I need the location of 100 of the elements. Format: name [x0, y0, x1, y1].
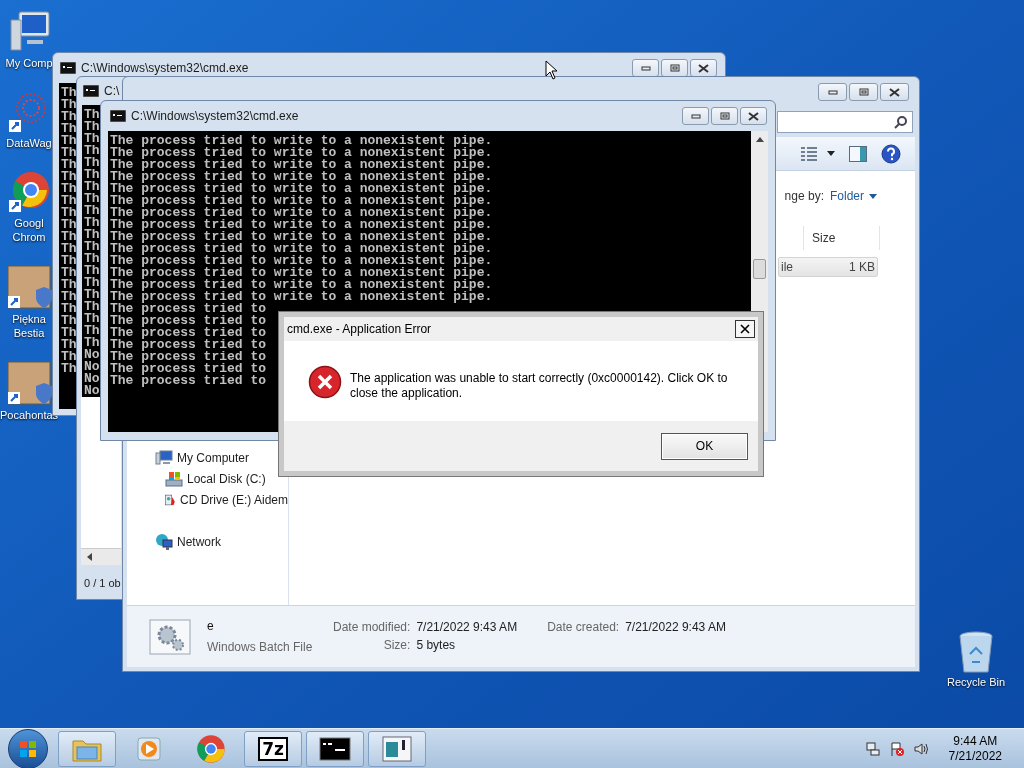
console-line: Th [61, 99, 77, 111]
start-button[interactable] [8, 728, 48, 768]
network-icon[interactable] [864, 740, 881, 757]
view-options-icon[interactable] [801, 146, 817, 161]
console-line: Th [84, 229, 100, 241]
desktop-icon-label[interactable]: Recycle Bin [946, 674, 1006, 691]
console-line: Th [61, 219, 77, 231]
scroll-thumb[interactable] [753, 259, 766, 279]
desktop-icon-label[interactable]: Googl [14, 216, 44, 230]
column-header[interactable]: Size [803, 226, 879, 250]
console-line: Th [61, 327, 77, 339]
detail-value: 5 bytes [416, 638, 456, 653]
window-title: C:\ [104, 83, 120, 100]
browser-icon [196, 733, 226, 764]
console-line: Th [84, 169, 100, 181]
console-line: Th [84, 265, 100, 277]
ok-button[interactable]: OK [661, 432, 748, 460]
arrange-dropdown[interactable]: Folder [830, 187, 877, 205]
console-line: Th [61, 87, 77, 99]
console-line: No [84, 373, 100, 385]
speaker-icon[interactable] [912, 740, 929, 757]
console-line: Th [84, 145, 100, 157]
close-button[interactable] [690, 59, 717, 77]
console-icon [319, 736, 351, 761]
recycle-bin-icon[interactable] [956, 630, 996, 674]
console-line: Th [61, 243, 77, 255]
browser-icon[interactable] [7, 170, 51, 214]
desktop-icon-label[interactable]: Chrom [12, 230, 46, 244]
horizontal-scrollbar[interactable] [81, 548, 121, 565]
desktop-icon-label[interactable]: Piękna [12, 312, 46, 326]
help-icon[interactable] [881, 143, 901, 164]
gear-file-icon [149, 618, 191, 655]
console-icon [110, 110, 126, 122]
console-line: The process tried to write to a nonexistent pipe. [110, 243, 493, 255]
detail-value: 7/21/2022 9:43 AM [625, 620, 726, 635]
preview-pane-icon[interactable] [849, 145, 867, 162]
detail-label: Date modified: [333, 620, 411, 635]
close-icon [698, 63, 709, 73]
console-line: Th [84, 205, 100, 217]
console-line: The process tried to write to a nonexistent pipe. [110, 207, 493, 219]
console-line: The process tried to write to a nonexistent pipe. [110, 135, 493, 147]
scroll-up-icon[interactable] [755, 137, 764, 142]
console-line: The process tried to write to a nonexistent pipe. [110, 279, 493, 291]
console-line: Th [84, 109, 100, 121]
arrange-label: nge by: [784, 188, 824, 205]
minimize-icon [827, 89, 838, 95]
scroll-left-icon[interactable] [87, 553, 93, 561]
desktop-icon-label[interactable]: Bestia [13, 326, 45, 340]
console-line: Th [61, 351, 77, 363]
window-title: C:\Windows\system32\cmd.exe [131, 108, 300, 125]
nav-item[interactable]: Local Disk (C:) [187, 469, 266, 488]
file-type: Windows Batch File [207, 639, 314, 656]
caret-icon [869, 193, 877, 199]
console-line: Th [84, 241, 100, 253]
media-player-icon [135, 734, 163, 763]
dialog-title: cmd.exe - Application Error [287, 321, 432, 338]
console-line: Th [84, 277, 100, 289]
console-line: Th [84, 253, 100, 265]
console-line: Th [84, 325, 100, 337]
console-line: The process tried to write to a nonexistent pipe. [110, 195, 493, 207]
console-line: The process tried to write to a nonexistent pipe. [110, 267, 493, 279]
console-line: Th [61, 363, 77, 375]
mouse-pointer-icon [545, 60, 559, 80]
taskbar-button[interactable] [306, 730, 364, 767]
file-row[interactable]: ile 1 KB [778, 257, 878, 277]
console-line: Th [84, 193, 100, 205]
console-line: Th [84, 121, 100, 133]
console-line: Th [84, 181, 100, 193]
flag-icon[interactable] [888, 740, 905, 757]
minimize-button[interactable] [682, 107, 709, 125]
taskbar-button[interactable]: 7z [244, 730, 302, 767]
close-icon [889, 87, 900, 97]
console-line: Th [61, 291, 77, 303]
console-line: Th [84, 313, 100, 325]
file-size: 1 KB [849, 259, 875, 276]
clock-time[interactable]: 9:44 AM [953, 733, 998, 749]
console-line: Th [61, 255, 77, 267]
nav-item[interactable]: Network [177, 532, 221, 551]
shortcut-icon[interactable] [6, 360, 52, 406]
shortcut-icon[interactable] [6, 264, 52, 310]
desktop-icon-label[interactable]: My Comp [5, 56, 53, 70]
nav-item[interactable]: CD Drive (E:) Aidem [179, 490, 288, 509]
minimize-button[interactable] [632, 59, 659, 77]
console-line: The process tried to write to a nonexistent pipe. [110, 147, 493, 159]
computer-icon[interactable] [7, 10, 51, 54]
close-button[interactable] [880, 83, 909, 101]
minimize-button[interactable] [818, 83, 847, 101]
desktop-icon-label[interactable]: DataWag [6, 136, 52, 150]
console-icon [60, 62, 76, 74]
close-button[interactable] [740, 107, 767, 125]
close-button[interactable] [735, 320, 755, 338]
clock-date[interactable]: 7/21/2022 [948, 748, 1002, 764]
caret-icon[interactable] [827, 151, 835, 156]
console-line: Th [61, 231, 77, 243]
console-line: Th [84, 157, 100, 169]
computer-icon [155, 449, 173, 466]
nav-item[interactable]: My Computer [177, 448, 250, 467]
console-line: Th [61, 147, 77, 159]
minimize-icon [690, 113, 701, 119]
search-field[interactable] [777, 111, 913, 133]
